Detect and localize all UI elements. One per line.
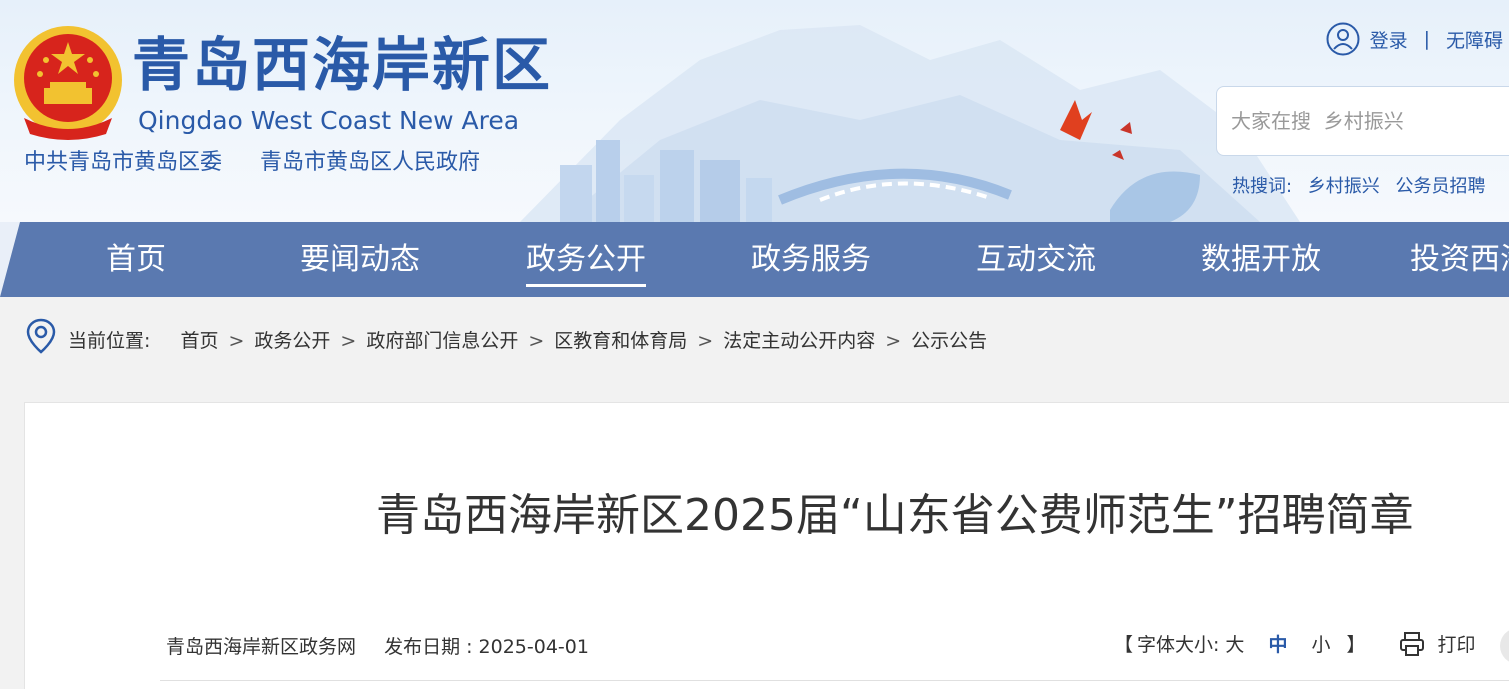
government-link[interactable]: 青岛市黄岛区人民政府: [260, 150, 480, 175]
nav-item-government-affairs[interactable]: 政务公开: [526, 222, 646, 297]
breadcrumb-separator: >: [697, 330, 714, 352]
breadcrumb: 当前位置: 首页 > 政务公开 > 政府部门信息公开 > 区教育和体育局 > 法定主动公开内容 >…: [68, 326, 987, 353]
publish-date: 发布日期 : 2025-04-01: [384, 636, 589, 658]
breadcrumb-separator: >: [885, 330, 902, 352]
search-input[interactable]: [1217, 87, 1509, 155]
font-size-medium-button[interactable]: 中: [1268, 630, 1287, 657]
article-source: 青岛西海岸新区政务网: [166, 636, 357, 658]
article-meta: 青岛西海岸新区政务网 发布日期 : 2025-04-01: [166, 632, 611, 659]
hot-search-item[interactable]: 公务员招聘: [1396, 176, 1486, 197]
font-size-bracket-open: 【: [1114, 634, 1134, 656]
font-size-large-button[interactable]: 大: [1225, 630, 1244, 657]
nav-item-services[interactable]: 政务服务: [751, 222, 871, 297]
party-committee-link[interactable]: 中共青岛市黄岛区委: [24, 150, 222, 175]
breadcrumb-item[interactable]: 法定主动公开内容: [723, 330, 875, 352]
top-links-divider: |: [1423, 28, 1430, 50]
meta-divider: [160, 680, 1509, 681]
accessibility-link[interactable]: 无障碍: [1446, 26, 1503, 53]
print-button[interactable]: 打印: [1437, 630, 1475, 657]
breadcrumb-item[interactable]: 公示公告: [911, 330, 987, 352]
breadcrumb-item[interactable]: 首页: [180, 330, 218, 352]
breadcrumb-item[interactable]: 政务公开: [254, 330, 330, 352]
breadcrumb-label: 当前位置:: [68, 330, 151, 352]
article-tools: 【 字体大小: 大 中 小 】 打印: [1110, 630, 1476, 657]
nav-item-news[interactable]: 要闻动态: [300, 222, 420, 297]
article-title: 青岛西海岸新区2025届“山东省公费师范生”招聘简章: [376, 490, 1414, 541]
site-subtitle: Qingdao West Coast New Area: [138, 106, 520, 135]
breadcrumb-separator: >: [228, 330, 245, 352]
breadcrumb-separator: >: [340, 330, 357, 352]
nav-item-open-data[interactable]: 数据开放: [1201, 222, 1321, 297]
nav-item-home[interactable]: 首页: [106, 222, 166, 297]
font-size-label: 字体大小:: [1137, 634, 1220, 656]
user-icon[interactable]: [1326, 22, 1360, 56]
org-line: 中共青岛市黄岛区委 青岛市黄岛区人民政府: [24, 152, 518, 174]
site-header: 青岛西海岸新区 Qingdao West Coast New Area 中共青岛…: [0, 0, 1509, 222]
top-links: 登录 | 无障碍: [1326, 22, 1503, 56]
nav-corner: [0, 222, 20, 297]
breadcrumb-item[interactable]: 区教育和体育局: [554, 330, 687, 352]
breadcrumb-item[interactable]: 政府部门信息公开: [366, 330, 518, 352]
font-size-bracket-close: 】: [1346, 634, 1366, 656]
hot-search-label: 热搜词:: [1232, 176, 1293, 197]
site-title: 青岛西海岸新区: [132, 31, 553, 99]
nav-item-interaction[interactable]: 互动交流: [976, 222, 1096, 297]
nav-item-investment[interactable]: 投资西海: [1410, 222, 1509, 297]
national-emblem-icon: [14, 26, 122, 140]
search-box: [1216, 86, 1509, 156]
location-pin-icon: [26, 318, 56, 354]
hot-search: 热搜词: 乡村振兴 公务员招聘: [1232, 172, 1496, 198]
breadcrumb-separator: >: [528, 330, 545, 352]
printer-icon[interactable]: [1399, 631, 1425, 657]
hot-search-item[interactable]: 乡村振兴: [1308, 176, 1380, 197]
font-size-small-button[interactable]: 小: [1311, 630, 1330, 657]
login-link[interactable]: 登录: [1370, 26, 1408, 53]
